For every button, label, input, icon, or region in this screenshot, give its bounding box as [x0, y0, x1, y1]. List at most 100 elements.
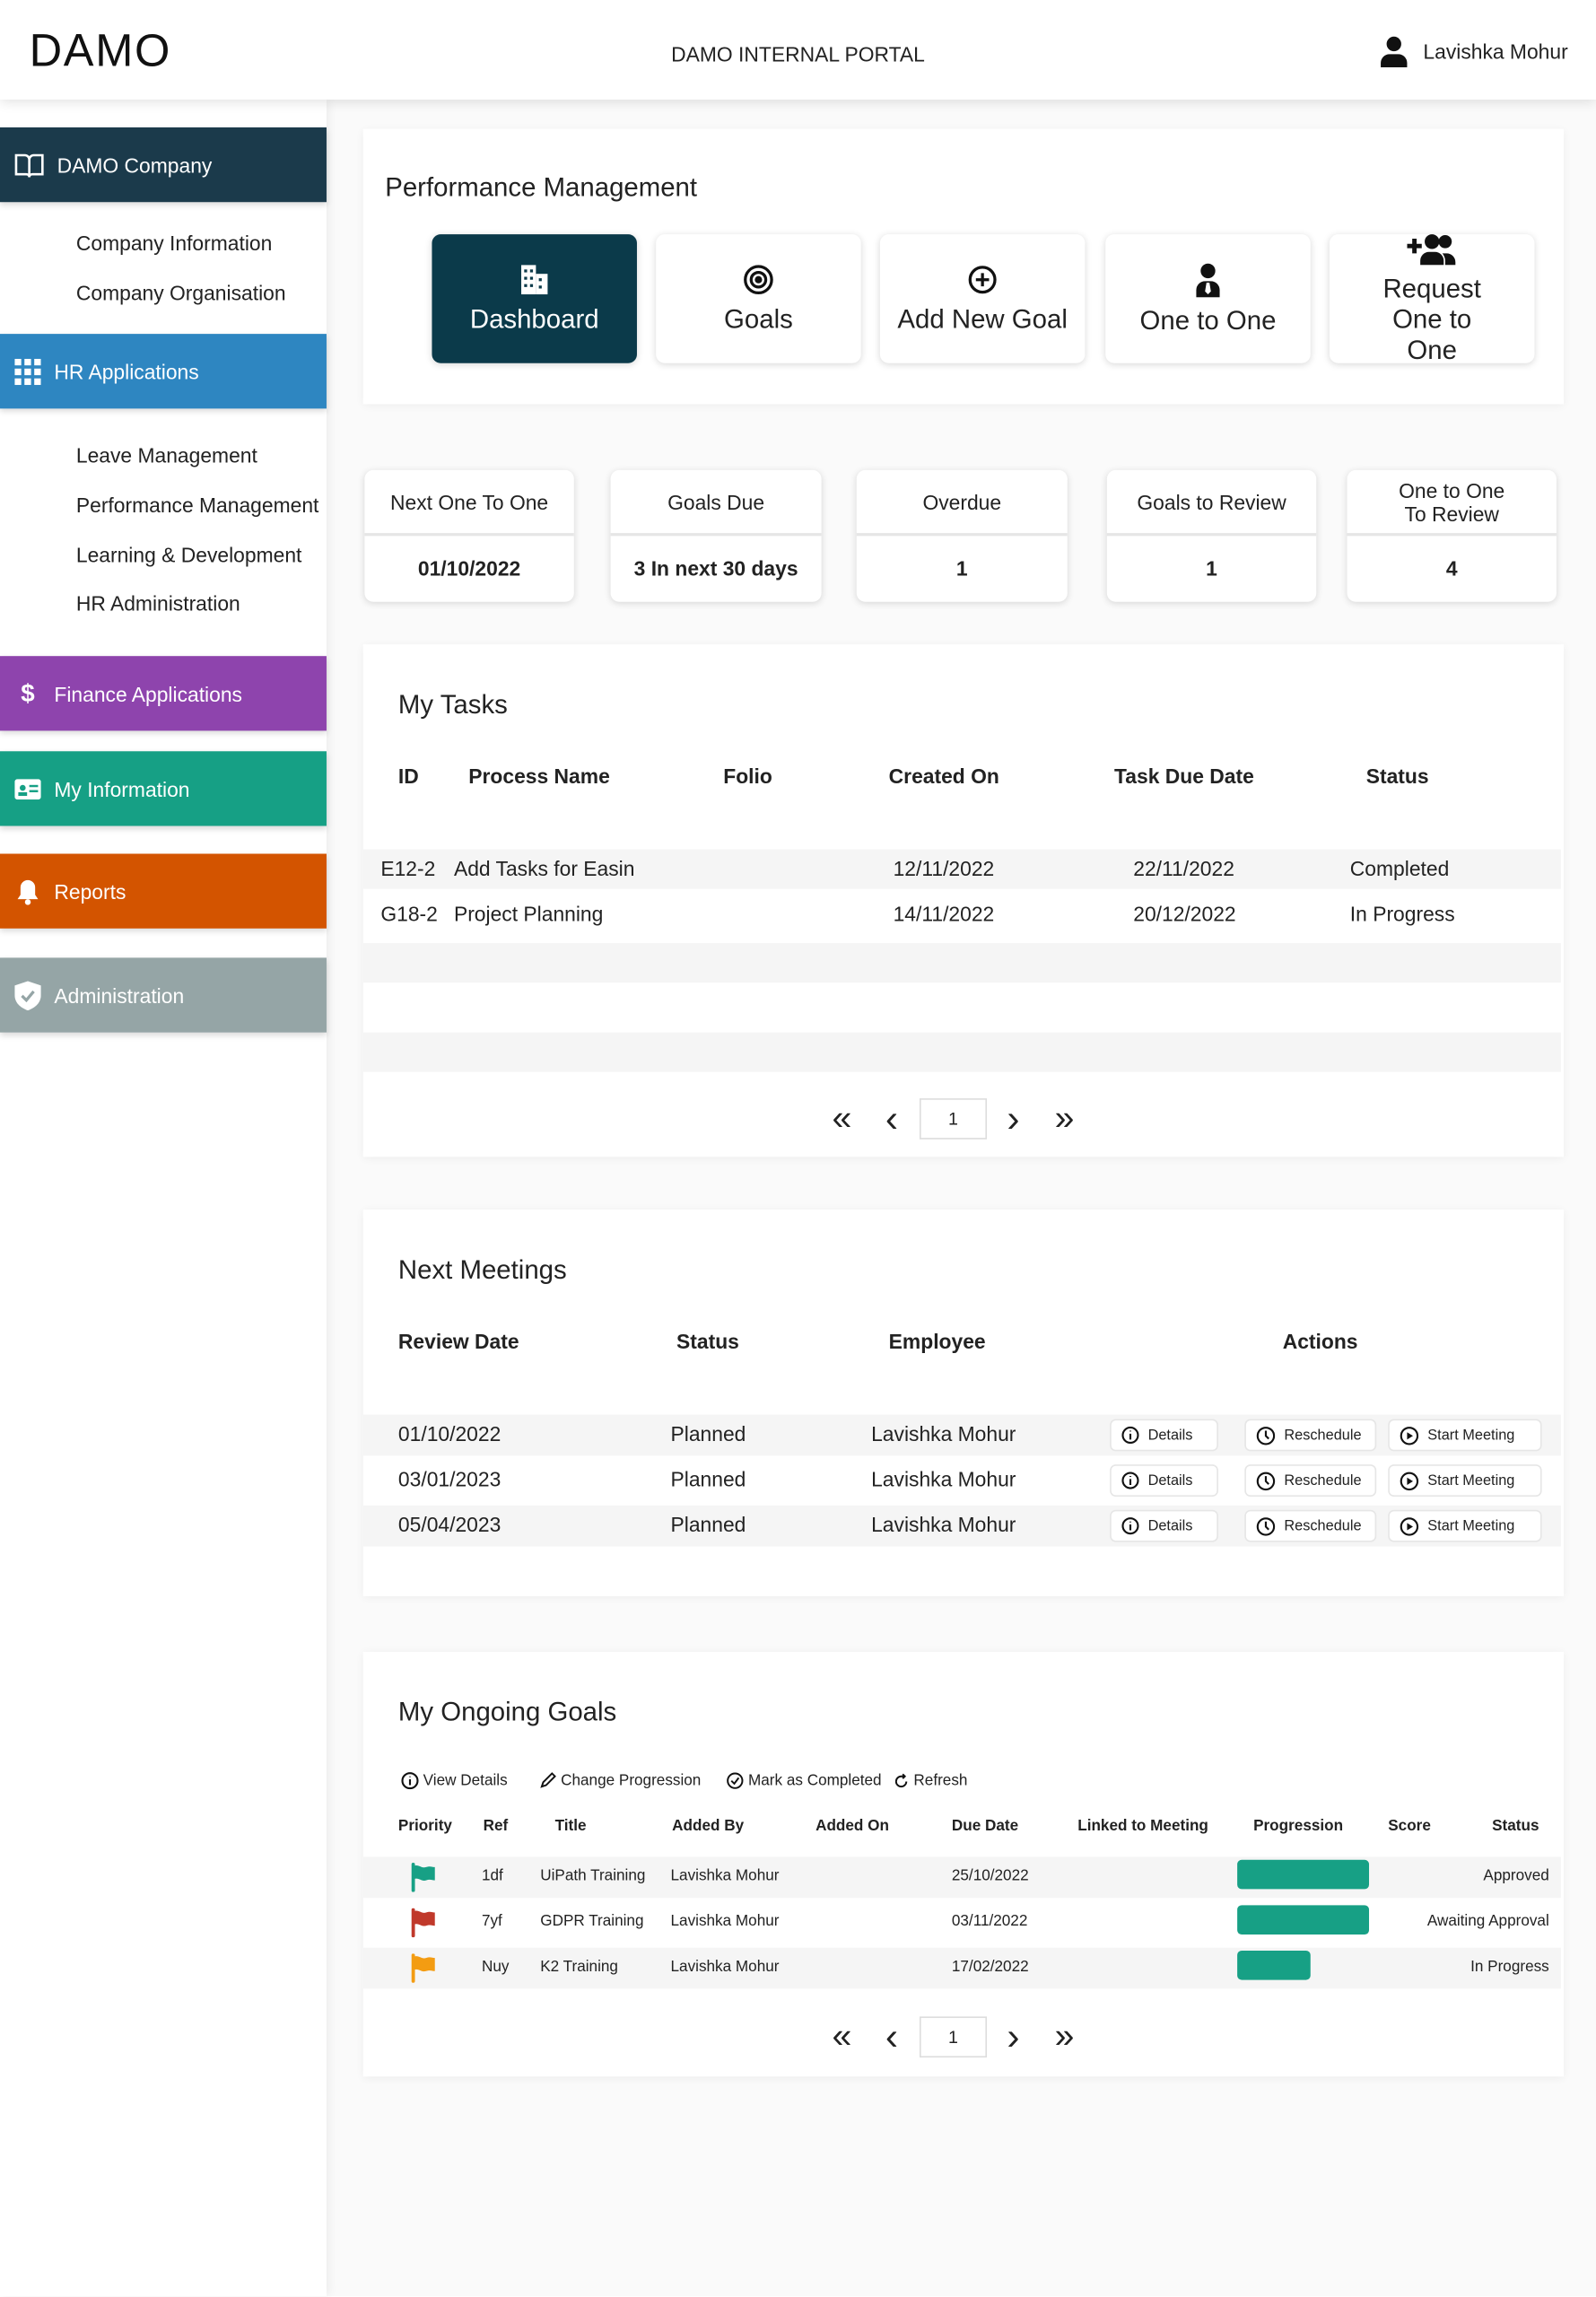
column-header[interactable]: Score	[1388, 1817, 1431, 1835]
sidebar-item[interactable]: Leave Management	[76, 444, 257, 467]
cell-status: Planned	[670, 1512, 746, 1537]
cell-employee: Lavishka Mohur	[871, 1467, 1016, 1491]
change-progression-button[interactable]: Change Progression	[539, 1772, 701, 1789]
last-page-button[interactable]: »	[1055, 2016, 1075, 2057]
sidebar-section-administration[interactable]: Administration	[0, 957, 327, 1033]
column-header[interactable]: Added On	[815, 1817, 889, 1835]
details-button[interactable]: Details	[1110, 1509, 1218, 1542]
stat-card[interactable]: Next One To One 01/10/2022	[364, 469, 574, 602]
cell-status: Planned	[670, 1467, 746, 1491]
sidebar-section-label: Administration	[54, 983, 185, 1008]
cell-id: G18-2	[380, 902, 438, 926]
section-title: Performance Management	[385, 172, 698, 203]
shield-icon	[14, 980, 41, 1010]
page-number-input[interactable]: 1	[919, 1098, 988, 1140]
sidebar-item[interactable]: Learning & Development	[76, 544, 302, 567]
request-one-to-one-button[interactable]: Request One to One	[1329, 233, 1535, 364]
cell-due: 03/11/2022	[951, 1912, 1028, 1931]
sidebar-item[interactable]: Performance Management	[76, 493, 319, 517]
row-stripe	[362, 1032, 1561, 1072]
add-new-goal-button[interactable]: Add New Goal	[879, 234, 1086, 363]
priority-flag-icon	[411, 1908, 438, 1945]
check-circle-icon	[727, 1772, 745, 1790]
page-number-input[interactable]: 1	[919, 2016, 988, 2058]
one-to-one-button[interactable]: One to One	[1105, 234, 1311, 363]
section-title: My Tasks	[397, 689, 508, 720]
column-header[interactable]: Linked to Meeting	[1077, 1817, 1208, 1835]
reschedule-button[interactable]: Reschedule	[1244, 1419, 1377, 1452]
dollar-icon: $	[21, 678, 35, 707]
reschedule-button[interactable]: Reschedule	[1244, 1464, 1377, 1498]
cell-review-date: 01/10/2022	[397, 1421, 501, 1445]
column-header[interactable]: Task Due Date	[1114, 764, 1254, 788]
id-card-icon	[14, 778, 41, 799]
stat-label: Next One To One	[364, 470, 574, 537]
stat-card[interactable]: One to One To Review 4	[1347, 469, 1557, 602]
reschedule-button[interactable]: Reschedule	[1244, 1509, 1377, 1542]
sidebar-section-damo-company[interactable]: DAMO Company	[0, 127, 327, 203]
stat-card[interactable]: Goals to Review 1	[1106, 469, 1317, 602]
column-header[interactable]: Created On	[889, 764, 999, 788]
column-header[interactable]: Status	[1492, 1817, 1539, 1835]
table-row[interactable]: Nuy K2 Training Lavishka Mohur 17/02/2022 In…	[363, 1950, 1561, 1983]
view-details-button[interactable]: View Details	[401, 1772, 508, 1789]
column-header[interactable]: Due Date	[952, 1817, 1018, 1835]
column-header[interactable]: Folio	[723, 764, 772, 788]
user-menu[interactable]: Lavishka Mohur	[1379, 35, 1568, 68]
stat-label: One to One To Review	[1347, 470, 1557, 537]
refresh-button[interactable]: Refresh	[894, 1771, 968, 1790]
mark-as-completed-button[interactable]: Mark as Completed	[727, 1772, 882, 1790]
table-row[interactable]: 7yf GDPR Training Lavishka Mohur 03/11/2022…	[363, 1905, 1561, 1938]
dashboard-button[interactable]: Dashboard	[432, 234, 637, 363]
ongoing-goals-card: My Ongoing Goals View Details Change Prog…	[362, 1652, 1565, 2077]
sidebar-section-reports[interactable]: Reports	[0, 853, 327, 929]
last-page-button[interactable]: »	[1055, 1098, 1075, 1140]
sidebar-item[interactable]: Company Organisation	[76, 281, 286, 304]
column-header[interactable]: Status	[1366, 764, 1429, 788]
column-header[interactable]: Ref	[484, 1817, 509, 1835]
cell-task-due-date: 20/12/2022	[1133, 902, 1236, 926]
section-title: My Ongoing Goals	[397, 1697, 617, 1727]
sidebar-item[interactable]: HR Administration	[76, 591, 240, 615]
column-header[interactable]: Process Name	[468, 764, 610, 788]
next-page-button[interactable]: ›	[1007, 1096, 1019, 1142]
column-header[interactable]: Priority	[398, 1817, 452, 1835]
sidebar-section-hr-applications[interactable]: HR Applications	[0, 334, 327, 409]
toolbar-label: Refresh	[913, 1771, 968, 1790]
start-meeting-button[interactable]: Start Meeting	[1388, 1509, 1542, 1542]
cell-status: In Progress	[1470, 1958, 1549, 1976]
stat-card[interactable]: Goals Due 3 In next 30 days	[610, 469, 822, 602]
prev-page-button[interactable]: ‹	[885, 1096, 898, 1142]
prev-page-button[interactable]: ‹	[885, 2014, 898, 2060]
column-header[interactable]: Added By	[672, 1817, 744, 1835]
section-title: Next Meetings	[397, 1254, 567, 1285]
table-row[interactable]: E12-2 Add Tasks for Easin 12/11/2022 22/11/…	[363, 857, 1561, 886]
sidebar: DAMO Company Company Information Company O…	[0, 99, 327, 2297]
user-icon	[1381, 36, 1408, 68]
details-button[interactable]: Details	[1110, 1464, 1218, 1498]
column-header[interactable]: Progression	[1253, 1817, 1343, 1835]
start-meeting-button[interactable]: Start Meeting	[1388, 1419, 1542, 1452]
first-page-button[interactable]: «	[833, 1098, 852, 1140]
stat-card[interactable]: Overdue 1	[856, 469, 1068, 602]
next-page-button[interactable]: ›	[1007, 2014, 1019, 2060]
details-button[interactable]: Details	[1110, 1419, 1218, 1452]
goals-button[interactable]: Goals	[656, 234, 861, 363]
sidebar-item[interactable]: Company Information	[76, 231, 272, 255]
table-row[interactable]: G18-2 Project Planning 14/11/2022 20/12/202…	[363, 902, 1561, 931]
button-label: One to One	[1139, 305, 1277, 335]
info-icon	[1121, 1472, 1139, 1489]
sidebar-section-my-information[interactable]: My Information	[0, 751, 327, 826]
column-header[interactable]: ID	[398, 764, 419, 788]
first-page-button[interactable]: «	[833, 2016, 852, 2057]
cell-created-on: 14/11/2022	[893, 902, 995, 926]
cell-status: In Progress	[1349, 902, 1455, 926]
column-header: Employee	[888, 1329, 986, 1354]
sidebar-section-finance-applications[interactable]: $ Finance Applications	[0, 656, 327, 731]
column-header[interactable]: Title	[555, 1817, 587, 1835]
cell-task-due-date: 22/11/2022	[1133, 856, 1234, 880]
start-meeting-button[interactable]: Start Meeting	[1388, 1464, 1542, 1498]
cell-added-by: Lavishka Mohur	[670, 1912, 780, 1931]
table-row[interactable]: 1df UiPath Training Lavishka Mohur 25/10/20…	[363, 1859, 1561, 1892]
target-icon	[742, 263, 774, 295]
